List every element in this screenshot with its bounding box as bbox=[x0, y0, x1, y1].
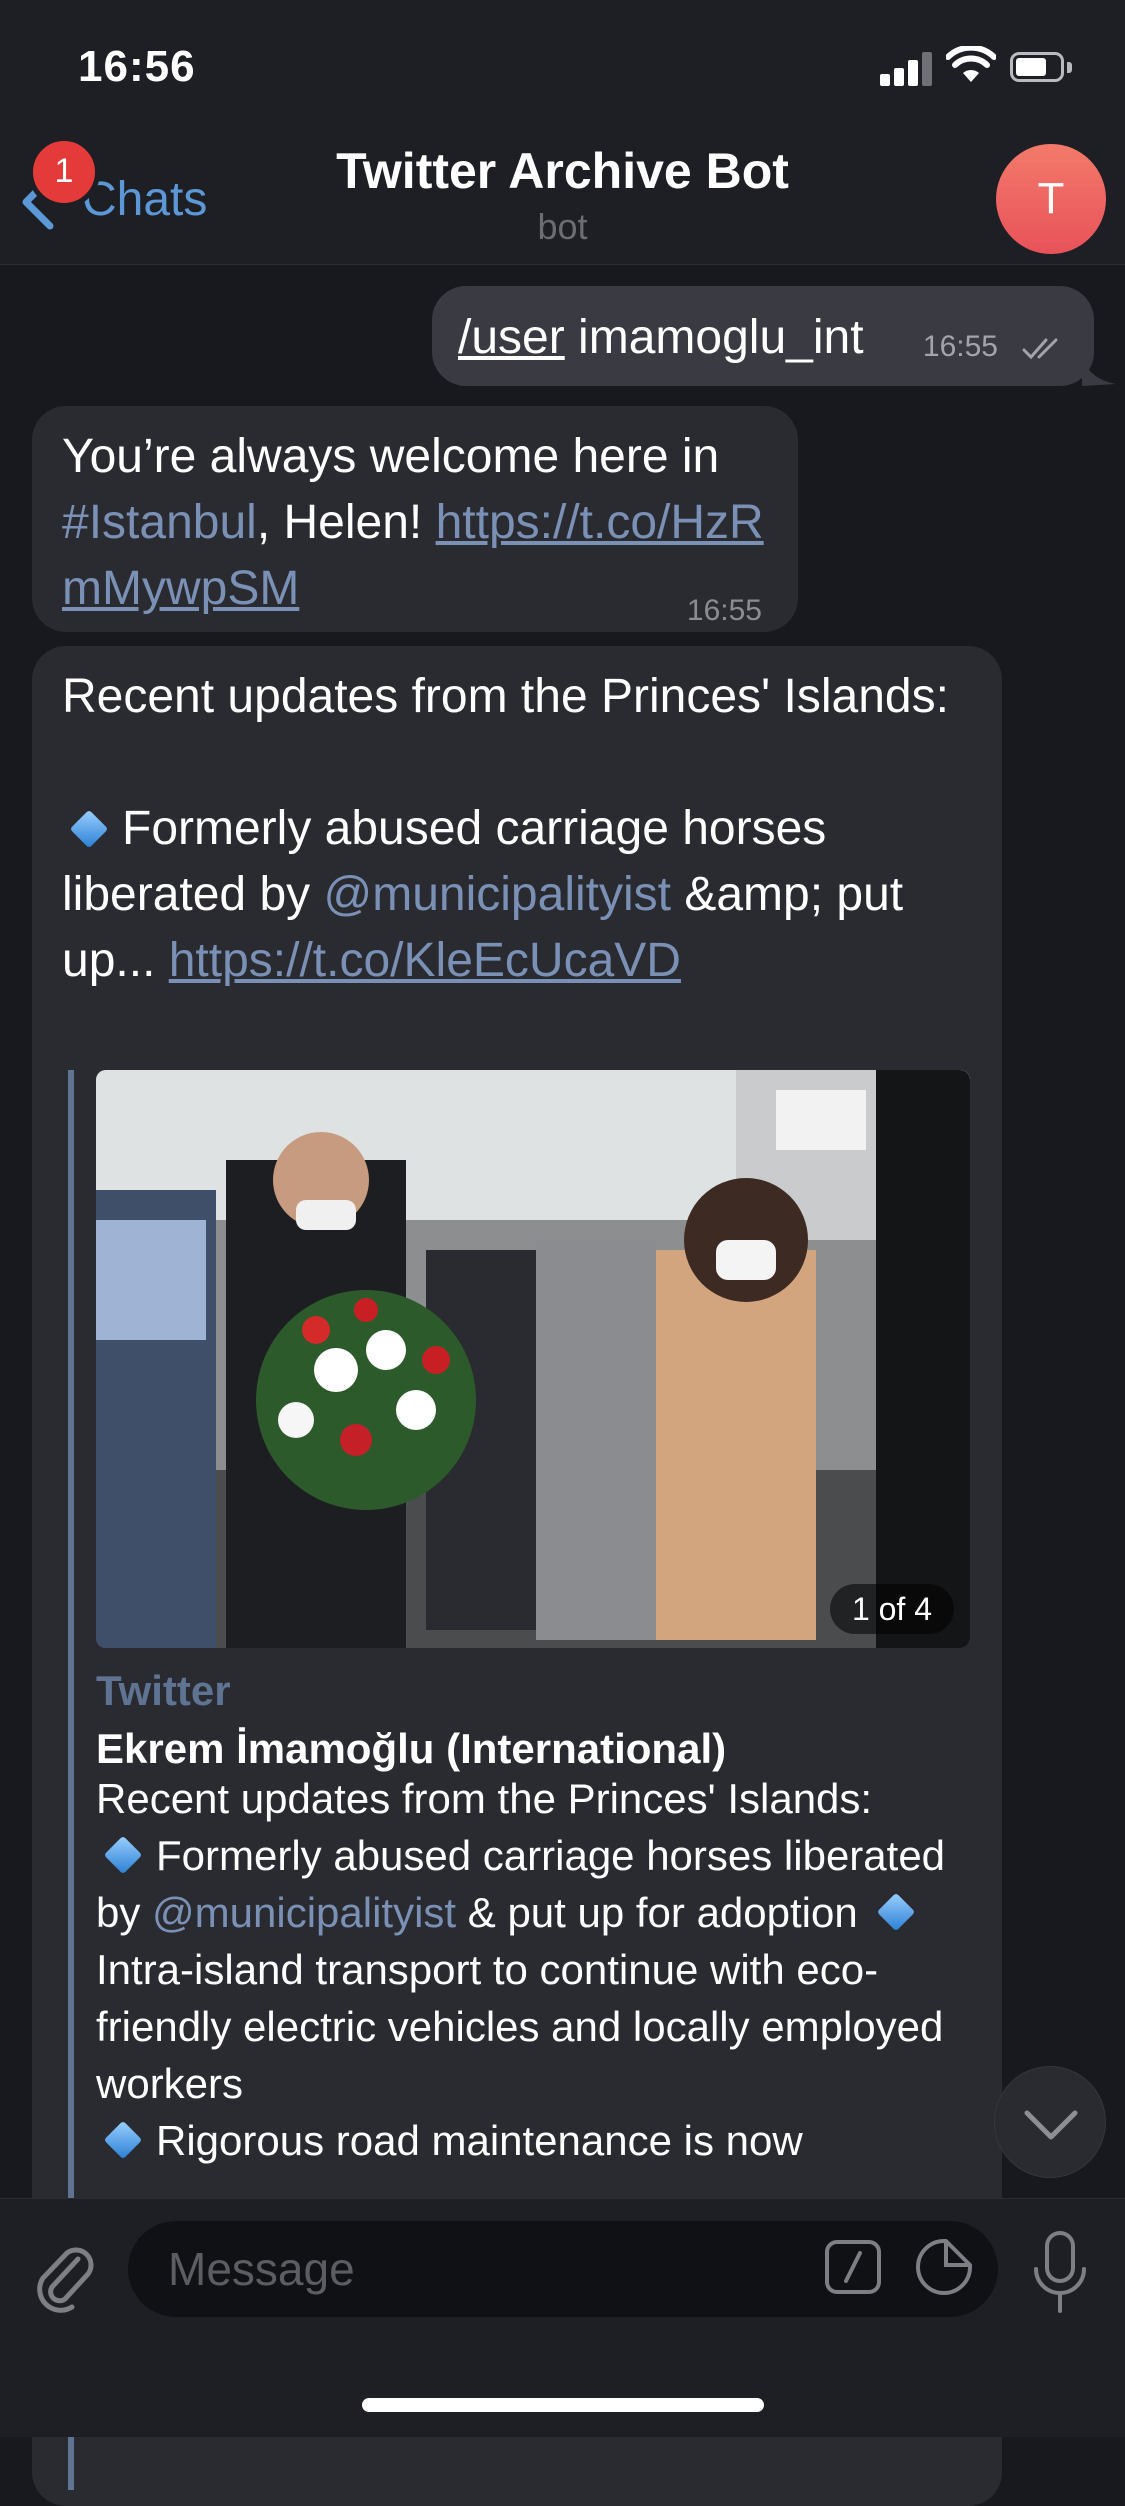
hashtag-link[interactable]: #Istanbul bbox=[62, 496, 257, 549]
preview-text: & put up for adoption bbox=[456, 1889, 858, 1936]
preview-text: Intra-island transport to continue with … bbox=[96, 1946, 944, 2107]
bot-command-icon[interactable] bbox=[824, 2239, 882, 2295]
bot-command-link[interactable]: /user bbox=[458, 311, 565, 364]
outgoing-message[interactable]: /user imamoglu_int 16:55 bbox=[432, 286, 1094, 386]
mention-link[interactable]: @municipalityist bbox=[324, 868, 671, 921]
message-text: You’re always welcome here in bbox=[62, 430, 720, 483]
preview-text: Rigorous road maintenance is now bbox=[156, 2117, 803, 2164]
avatar[interactable]: T bbox=[996, 144, 1106, 254]
message-time: 16:55 bbox=[686, 594, 762, 627]
preview-photo[interactable]: 1 of 4 bbox=[96, 1070, 970, 1648]
wifi-icon bbox=[946, 46, 996, 82]
photo-counter: 1 of 4 bbox=[829, 1584, 954, 1634]
blue-diamond-icon bbox=[103, 1835, 143, 1875]
incoming-message[interactable]: You’re always welcome here in #Istanbul,… bbox=[32, 406, 798, 632]
battery-icon bbox=[1010, 52, 1074, 84]
preview-text: Recent updates from the Princes' Islands… bbox=[96, 1775, 873, 1822]
message-text: imamoglu_int bbox=[564, 311, 864, 364]
bubble-tail bbox=[1082, 352, 1116, 386]
preview-description: Recent updates from the Princes' Islands… bbox=[96, 1770, 986, 2169]
chevron-down-icon bbox=[1024, 2110, 1078, 2140]
message-text: Recent updates from the Princes' Islands… bbox=[62, 670, 949, 723]
chat-title[interactable]: Twitter Archive Bot bbox=[260, 142, 865, 200]
status-time: 16:56 bbox=[78, 42, 196, 91]
blue-diamond-icon bbox=[103, 2120, 143, 2160]
preview-site-name: Twitter bbox=[96, 1667, 231, 1714]
back-label: Chats bbox=[82, 173, 208, 226]
signal-icon bbox=[880, 50, 934, 86]
message-text: , Helen! bbox=[256, 496, 436, 549]
microphone-icon[interactable] bbox=[1030, 2229, 1090, 2319]
message-time: 16:55 bbox=[922, 330, 998, 363]
mention-link[interactable]: @municipalityist bbox=[152, 1889, 456, 1936]
top-bar: 16:56 Chats 1 Twitter Archive Bot bot T bbox=[0, 0, 1125, 265]
unread-badge: 1 bbox=[28, 136, 100, 208]
chat-subtitle: bot bbox=[537, 206, 588, 247]
double-check-icon bbox=[1022, 338, 1058, 360]
sticker-icon[interactable] bbox=[914, 2237, 974, 2297]
home-indicator[interactable] bbox=[362, 2398, 764, 2412]
blue-diamond-icon bbox=[877, 1892, 916, 1932]
tweet-link[interactable]: https://t.co/KleEcUcaVD bbox=[169, 934, 681, 987]
attach-icon[interactable] bbox=[30, 2235, 98, 2315]
blue-diamond-icon bbox=[69, 809, 109, 849]
scroll-down-button[interactable] bbox=[994, 2066, 1106, 2178]
photo-image bbox=[96, 1070, 970, 1648]
